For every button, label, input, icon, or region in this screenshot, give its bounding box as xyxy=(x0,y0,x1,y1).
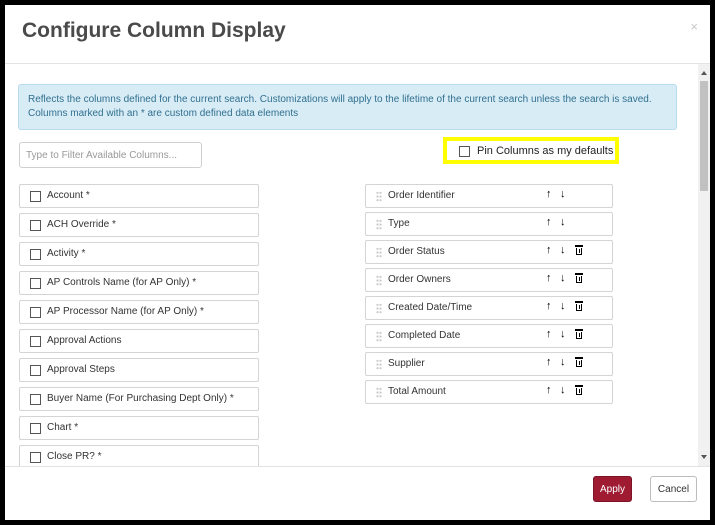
move-down-icon[interactable]: ↓ xyxy=(560,216,566,228)
move-down-icon[interactable]: ↓ xyxy=(560,272,566,284)
column-label: Close PR? * xyxy=(47,451,102,462)
drag-handle-icon[interactable] xyxy=(376,275,382,286)
selected-column-item[interactable]: Supplier ↑ ↓ xyxy=(365,352,613,376)
scroll-down-icon[interactable] xyxy=(701,455,707,459)
pin-defaults-checkbox[interactable] xyxy=(459,146,470,157)
scroll-up-icon[interactable] xyxy=(701,71,707,75)
move-up-icon[interactable]: ↑ xyxy=(546,188,552,200)
selected-column-item[interactable]: Type ↑ ↓ xyxy=(365,212,613,236)
drag-handle-icon[interactable] xyxy=(376,331,382,342)
trash-icon[interactable] xyxy=(575,357,583,370)
scrollbar-thumb[interactable] xyxy=(700,81,708,191)
trash-icon[interactable] xyxy=(575,273,583,286)
move-down-icon[interactable]: ↓ xyxy=(560,244,566,256)
selected-column-label: Order Owners xyxy=(388,274,451,285)
selected-column-label: Completed Date xyxy=(388,330,461,341)
trash-icon[interactable] xyxy=(575,329,583,342)
move-down-icon[interactable]: ↓ xyxy=(560,356,566,368)
move-up-icon[interactable]: ↑ xyxy=(546,328,552,340)
pin-defaults-option[interactable]: Pin Columns as my defaults xyxy=(443,137,619,164)
pin-defaults-label: Pin Columns as my defaults xyxy=(477,145,614,157)
selected-column-label: Total Amount xyxy=(388,386,446,397)
dialog-title: Configure Column Display xyxy=(22,19,286,42)
available-column-item[interactable]: Buyer Name (For Purchasing Dept Only) * xyxy=(19,387,259,411)
move-up-icon[interactable]: ↑ xyxy=(546,356,552,368)
available-column-item[interactable]: Account * xyxy=(19,184,259,208)
column-label: Chart * xyxy=(47,422,79,433)
available-column-item[interactable]: Activity * xyxy=(19,242,259,266)
move-down-icon[interactable]: ↓ xyxy=(560,300,566,312)
configure-columns-dialog: Configure Column Display × Reflects the … xyxy=(5,5,710,520)
info-alert: Reflects the columns defined for the cur… xyxy=(18,84,677,130)
move-down-icon[interactable]: ↓ xyxy=(560,384,566,396)
column-checkbox[interactable] xyxy=(30,278,41,289)
dialog-scrollbar[interactable] xyxy=(698,64,710,466)
dialog-body: Reflects the columns defined for the cur… xyxy=(5,64,710,466)
selected-column-label: Type xyxy=(388,218,410,229)
drag-handle-icon[interactable] xyxy=(376,191,382,202)
selected-column-item[interactable]: Total Amount ↑ ↓ xyxy=(365,380,613,404)
selected-column-label: Order Status xyxy=(388,246,445,257)
close-icon[interactable]: × xyxy=(690,19,698,34)
column-label: Activity * xyxy=(47,248,86,259)
column-label: Account * xyxy=(47,190,90,201)
available-column-item[interactable]: AP Controls Name (for AP Only) * xyxy=(19,271,259,295)
drag-handle-icon[interactable] xyxy=(376,247,382,258)
column-checkbox[interactable] xyxy=(30,249,41,260)
column-checkbox[interactable] xyxy=(30,452,41,463)
selected-column-label: Order Identifier xyxy=(388,190,455,201)
apply-button[interactable]: Apply xyxy=(593,476,632,502)
selected-column-item[interactable]: Created Date/Time ↑ ↓ xyxy=(365,296,613,320)
dialog-footer: Apply Cancel xyxy=(5,466,710,520)
column-label: AP Processor Name (for AP Only) * xyxy=(47,306,204,317)
column-checkbox[interactable] xyxy=(30,307,41,318)
cancel-button[interactable]: Cancel xyxy=(650,476,697,502)
column-label: AP Controls Name (for AP Only) * xyxy=(47,277,197,288)
column-label: Approval Steps xyxy=(47,364,115,375)
selected-column-item[interactable]: Completed Date ↑ ↓ xyxy=(365,324,613,348)
move-up-icon[interactable]: ↑ xyxy=(546,244,552,256)
column-checkbox[interactable] xyxy=(30,191,41,202)
column-checkbox[interactable] xyxy=(30,365,41,376)
column-checkbox[interactable] xyxy=(30,220,41,231)
filter-columns-input[interactable] xyxy=(19,142,202,168)
trash-icon[interactable] xyxy=(575,245,583,258)
trash-icon[interactable] xyxy=(575,385,583,398)
drag-handle-icon[interactable] xyxy=(376,303,382,314)
available-column-item[interactable]: ACH Override * xyxy=(19,213,259,237)
available-column-item[interactable]: Close PR? * xyxy=(19,445,259,466)
drag-handle-icon[interactable] xyxy=(376,219,382,230)
available-column-item[interactable]: AP Processor Name (for AP Only) * xyxy=(19,300,259,324)
move-down-icon[interactable]: ↓ xyxy=(560,328,566,340)
column-label: Approval Actions xyxy=(47,335,122,346)
move-down-icon[interactable]: ↓ xyxy=(560,188,566,200)
move-up-icon[interactable]: ↑ xyxy=(546,216,552,228)
move-up-icon[interactable]: ↑ xyxy=(546,272,552,284)
column-label: ACH Override * xyxy=(47,219,116,230)
dialog-header: Configure Column Display × xyxy=(5,5,710,64)
column-label: Buyer Name (For Purchasing Dept Only) * xyxy=(47,393,234,404)
selected-column-label: Created Date/Time xyxy=(388,302,473,313)
available-column-item[interactable]: Approval Actions xyxy=(19,329,259,353)
move-up-icon[interactable]: ↑ xyxy=(546,384,552,396)
selected-column-item[interactable]: Order Status ↑ ↓ xyxy=(365,240,613,264)
drag-handle-icon[interactable] xyxy=(376,387,382,398)
drag-handle-icon[interactable] xyxy=(376,359,382,370)
column-checkbox[interactable] xyxy=(30,394,41,405)
trash-icon[interactable] xyxy=(575,301,583,314)
selected-column-item[interactable]: Order Owners ↑ ↓ xyxy=(365,268,613,292)
column-checkbox[interactable] xyxy=(30,336,41,347)
move-up-icon[interactable]: ↑ xyxy=(546,300,552,312)
selected-column-item[interactable]: Order Identifier ↑ ↓ xyxy=(365,184,613,208)
selected-column-label: Supplier xyxy=(388,358,425,369)
available-column-item[interactable]: Chart * xyxy=(19,416,259,440)
available-column-item[interactable]: Approval Steps xyxy=(19,358,259,382)
column-checkbox[interactable] xyxy=(30,423,41,434)
